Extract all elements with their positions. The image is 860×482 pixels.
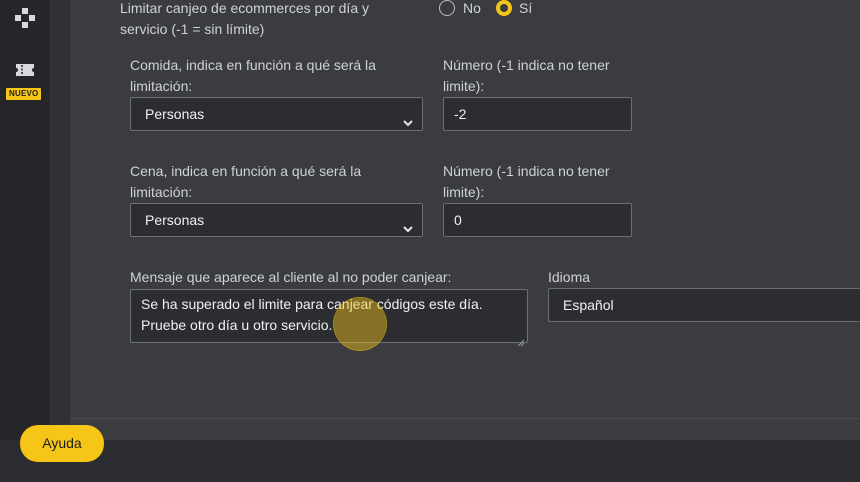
comida-select-label-line1: Comida, indica en función a qué será la [130, 57, 376, 73]
message-textarea[interactable]: Se ha superado el limite para canjear có… [130, 289, 528, 347]
radio-no-circle[interactable] [439, 0, 455, 16]
chevron-down-icon [402, 214, 414, 233]
limit-label-line2: servicio (-1 = sin límite) [120, 21, 265, 37]
resize-handle-icon[interactable] [517, 332, 525, 347]
language-select[interactable]: Español [548, 288, 860, 322]
comida-number-input[interactable]: -2 [443, 97, 632, 131]
message-line2: Pruebe otro día u otro servicio. [141, 317, 333, 333]
radio-si-circle[interactable] [496, 0, 512, 16]
sidebar: NUEVO [0, 0, 50, 482]
comida-select-label-line2: limitación: [130, 78, 193, 94]
help-button[interactable]: Ayuda [20, 425, 104, 462]
cena-number-label-line2: limite): [443, 184, 485, 200]
comida-number-label-line2: limite): [443, 78, 485, 94]
new-badge: NUEVO [6, 88, 42, 100]
ticket-icon[interactable] [13, 58, 37, 82]
gutter [50, 0, 70, 482]
cursor-highlight [334, 298, 386, 350]
comida-limit-select[interactable]: Personas [130, 97, 423, 131]
comida-number-label-line1: Número (-1 indica no tener [443, 57, 610, 73]
cena-limit-select[interactable]: Personas [130, 203, 423, 237]
panel-footer [70, 418, 860, 441]
radio-si-label: Sí [519, 0, 533, 16]
chevron-down-icon [402, 108, 414, 127]
message-line1: Se ha superado el limite para canjear có… [141, 296, 483, 312]
message-label: Mensaje que aparece al cliente al no pod… [130, 269, 452, 285]
language-label: Idioma [548, 269, 591, 285]
bottom-strip [0, 440, 860, 482]
gamepad-icon[interactable] [13, 6, 37, 30]
radio-no-label: No [463, 0, 481, 16]
cena-number-input[interactable]: 0 [443, 203, 632, 237]
cena-number-label-line1: Número (-1 indica no tener [443, 163, 610, 179]
cena-select-label-line1: Cena, indica en función a qué será la [130, 163, 362, 179]
cena-select-value: Personas [145, 212, 205, 228]
comida-select-value: Personas [145, 106, 205, 122]
limit-label-line1: Limitar canjeo de ecommerces por día y [120, 0, 369, 16]
cena-select-label-line2: limitación: [130, 184, 193, 200]
